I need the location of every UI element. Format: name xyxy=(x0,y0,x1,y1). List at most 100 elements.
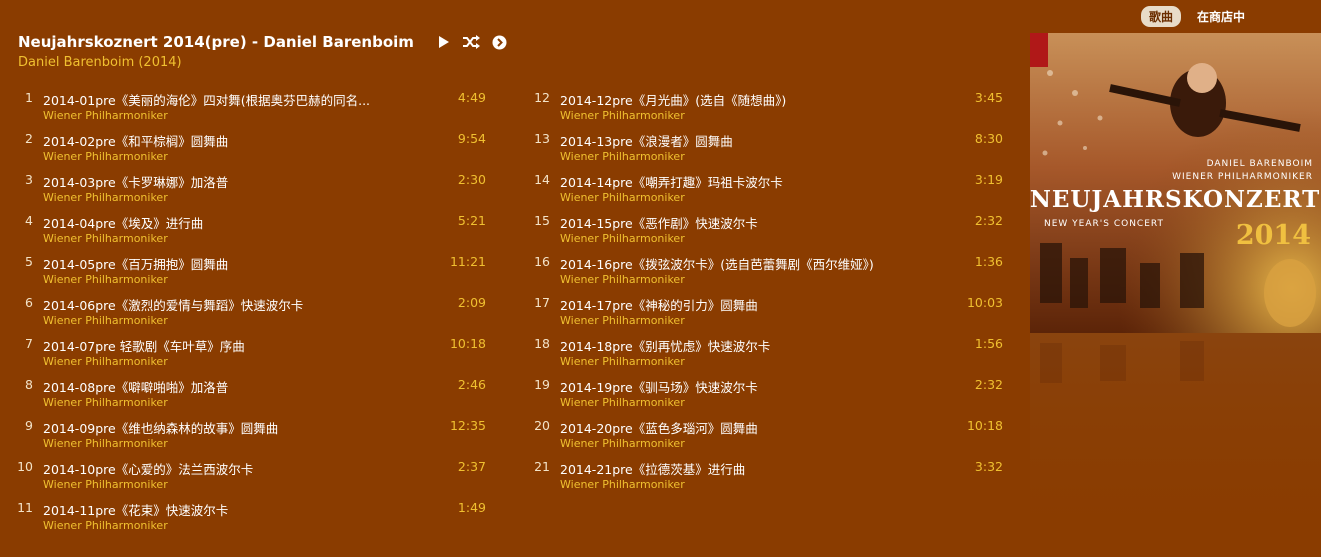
album-cover-reflection xyxy=(1030,333,1321,557)
track-duration: 10:03 xyxy=(966,295,1003,310)
track-number: 21 xyxy=(534,459,550,474)
track-artist[interactable]: Wiener Philharmoniker xyxy=(560,355,685,368)
track-artist[interactable]: Wiener Philharmoniker xyxy=(43,273,168,286)
track-duration: 10:18 xyxy=(449,336,486,351)
cover-year: 2014 xyxy=(1236,220,1311,251)
track-row[interactable]: 1 2014-01pre《美丽的海伦》四对舞(根据奥芬巴赫的同名... 4:49 Wi… xyxy=(0,88,486,126)
track-artist[interactable]: Wiener Philharmoniker xyxy=(43,109,168,122)
track-duration: 3:32 xyxy=(974,459,1003,474)
track-duration: 11:21 xyxy=(449,254,486,269)
track-duration: 2:32 xyxy=(974,213,1003,228)
track-title: 2014-17pre《神秘的引力》圆舞曲 xyxy=(560,298,758,313)
track-artist[interactable]: Wiener Philharmoniker xyxy=(560,396,685,409)
track-title: 2014-18pre《别再忧虑》快速波尔卡 xyxy=(560,339,771,354)
track-artist[interactable]: Wiener Philharmoniker xyxy=(560,273,685,286)
track-number: 11 xyxy=(17,500,33,515)
tab-in-store[interactable]: 在商店中 xyxy=(1189,6,1253,27)
track-title: 2014-14pre《嘲弄打趣》玛祖卡波尔卡 xyxy=(560,175,783,190)
track-number: 14 xyxy=(534,172,550,187)
track-duration: 5:21 xyxy=(457,213,486,228)
track-artist[interactable]: Wiener Philharmoniker xyxy=(560,314,685,327)
shuffle-icon[interactable] xyxy=(462,35,480,49)
track-row[interactable]: 9 2014-09pre《维也纳森林的故事》圆舞曲 12:35 Wiener Phil… xyxy=(0,416,486,454)
track-duration: 2:46 xyxy=(457,377,486,392)
track-duration: 3:19 xyxy=(974,172,1003,187)
track-duration: 1:56 xyxy=(974,336,1003,351)
track-row[interactable]: 15 2014-15pre《恶作剧》快速波尔卡 2:32 Wiener Philhar… xyxy=(517,211,1003,249)
track-artist[interactable]: Wiener Philharmoniker xyxy=(43,519,168,532)
track-artist[interactable]: Wiener Philharmoniker xyxy=(43,355,168,368)
track-row[interactable]: 12 2014-12pre《月光曲》(选自《随想曲》) 3:45 Wiener Phi… xyxy=(517,88,1003,126)
next-icon[interactable] xyxy=(492,35,507,50)
track-number: 5 xyxy=(25,254,33,269)
track-artist[interactable]: Wiener Philharmoniker xyxy=(43,232,168,245)
track-duration: 12:35 xyxy=(449,418,486,433)
track-row[interactable]: 10 2014-10pre《心爱的》法兰西波尔卡 2:37 Wiener Philha… xyxy=(0,457,486,495)
track-artist[interactable]: Wiener Philharmoniker xyxy=(43,150,168,163)
track-title: 2014-04pre《埃及》进行曲 xyxy=(43,216,204,231)
track-title: 2014-11pre《花束》快速波尔卡 xyxy=(43,503,229,518)
track-duration: 2:30 xyxy=(457,172,486,187)
track-number: 3 xyxy=(25,172,33,187)
track-number: 20 xyxy=(534,418,550,433)
album-title: Neujahrskoznert 2014(pre) - Daniel Baren… xyxy=(18,33,414,51)
track-number: 10 xyxy=(17,459,33,474)
track-row[interactable]: 8 2014-08pre《噼噼啪啪》加洛普 2:46 Wiener Philharmo… xyxy=(0,375,486,413)
view-tabs: 歌曲 在商店中 xyxy=(1141,6,1253,27)
track-number: 15 xyxy=(534,213,550,228)
track-duration: 9:54 xyxy=(457,131,486,146)
track-artist[interactable]: Wiener Philharmoniker xyxy=(560,232,685,245)
track-number: 8 xyxy=(25,377,33,392)
track-duration: 10:18 xyxy=(966,418,1003,433)
track-number: 17 xyxy=(534,295,550,310)
play-icon[interactable] xyxy=(438,36,450,48)
track-row[interactable]: 20 2014-20pre《蓝色多瑙河》圆舞曲 10:18 Wiener Philha… xyxy=(517,416,1003,454)
track-row[interactable]: 2 2014-02pre《和平棕榈》圆舞曲 9:54 Wiener Philharmo… xyxy=(0,129,486,167)
track-row[interactable]: 6 2014-06pre《激烈的爱情与舞蹈》快速波尔卡 2:09 Wiener Phi… xyxy=(0,293,486,331)
track-row[interactable]: 16 2014-16pre《拨弦波尔卡》(选自芭蕾舞剧《西尔维娅》) 1:36 Wie… xyxy=(517,252,1003,290)
track-duration: 2:09 xyxy=(457,295,486,310)
track-number: 4 xyxy=(25,213,33,228)
track-row[interactable]: 18 2014-18pre《别再忧虑》快速波尔卡 1:56 Wiener Philha… xyxy=(517,334,1003,372)
track-title: 2014-13pre《浪漫者》圆舞曲 xyxy=(560,134,733,149)
track-artist[interactable]: Wiener Philharmoniker xyxy=(43,437,168,450)
track-title: 2014-19pre《驯马场》快速波尔卡 xyxy=(560,380,758,395)
track-artist[interactable]: Wiener Philharmoniker xyxy=(43,478,168,491)
track-row[interactable]: 17 2014-17pre《神秘的引力》圆舞曲 10:03 Wiener Philha… xyxy=(517,293,1003,331)
track-artist[interactable]: Wiener Philharmoniker xyxy=(560,109,685,122)
track-row[interactable]: 19 2014-19pre《驯马场》快速波尔卡 2:32 Wiener Philhar… xyxy=(517,375,1003,413)
album-cover[interactable]: DANIEL BARENBOIM WIENER PHILHARMONIKER N… xyxy=(1030,33,1321,333)
track-title: 2014-01pre《美丽的海伦》四对舞(根据奥芬巴赫的同名... xyxy=(43,93,371,108)
tab-songs[interactable]: 歌曲 xyxy=(1141,6,1182,27)
track-artist[interactable]: Wiener Philharmoniker xyxy=(560,191,685,204)
track-number: 2 xyxy=(25,131,33,146)
track-title: 2014-16pre《拨弦波尔卡》(选自芭蕾舞剧《西尔维娅》) xyxy=(560,257,874,272)
track-row[interactable]: 5 2014-05pre《百万拥抱》圆舞曲 11:21 Wiener Philharm… xyxy=(0,252,486,290)
track-title: 2014-12pre《月光曲》(选自《随想曲》) xyxy=(560,93,787,108)
track-duration: 1:36 xyxy=(974,254,1003,269)
track-title: 2014-20pre《蓝色多瑙河》圆舞曲 xyxy=(560,421,758,436)
track-number: 16 xyxy=(534,254,550,269)
track-duration: 2:37 xyxy=(457,459,486,474)
track-row[interactable]: 14 2014-14pre《嘲弄打趣》玛祖卡波尔卡 3:19 Wiener Philh… xyxy=(517,170,1003,208)
track-artist[interactable]: Wiener Philharmoniker xyxy=(560,478,685,491)
track-row[interactable]: 4 2014-04pre《埃及》进行曲 5:21 Wiener Philharmoni… xyxy=(0,211,486,249)
track-artist[interactable]: Wiener Philharmoniker xyxy=(560,150,685,163)
track-number: 18 xyxy=(534,336,550,351)
track-duration: 2:32 xyxy=(974,377,1003,392)
track-artist[interactable]: Wiener Philharmoniker xyxy=(43,314,168,327)
track-number: 9 xyxy=(25,418,33,433)
album-artist-year[interactable]: Daniel Barenboim (2014) xyxy=(18,55,507,70)
track-title: 2014-10pre《心爱的》法兰西波尔卡 xyxy=(43,462,254,477)
track-row[interactable]: 3 2014-03pre《卡罗琳娜》加洛普 2:30 Wiener Philharmo… xyxy=(0,170,486,208)
track-artist[interactable]: Wiener Philharmoniker xyxy=(43,396,168,409)
track-row[interactable]: 7 2014-07pre 轻歌剧《车叶草》序曲 10:18 Wiener Philha… xyxy=(0,334,486,372)
track-artist[interactable]: Wiener Philharmoniker xyxy=(560,437,685,450)
track-title: 2014-02pre《和平棕榈》圆舞曲 xyxy=(43,134,229,149)
track-number: 12 xyxy=(534,90,550,105)
track-artist[interactable]: Wiener Philharmoniker xyxy=(43,191,168,204)
track-title: 2014-08pre《噼噼啪啪》加洛普 xyxy=(43,380,229,395)
track-row[interactable]: 21 2014-21pre《拉德茨基》进行曲 3:32 Wiener Philharm… xyxy=(517,457,1003,495)
track-row[interactable]: 13 2014-13pre《浪漫者》圆舞曲 8:30 Wiener Philharmo… xyxy=(517,129,1003,167)
track-row[interactable]: 11 2014-11pre《花束》快速波尔卡 1:49 Wiener Philharm… xyxy=(0,498,486,536)
